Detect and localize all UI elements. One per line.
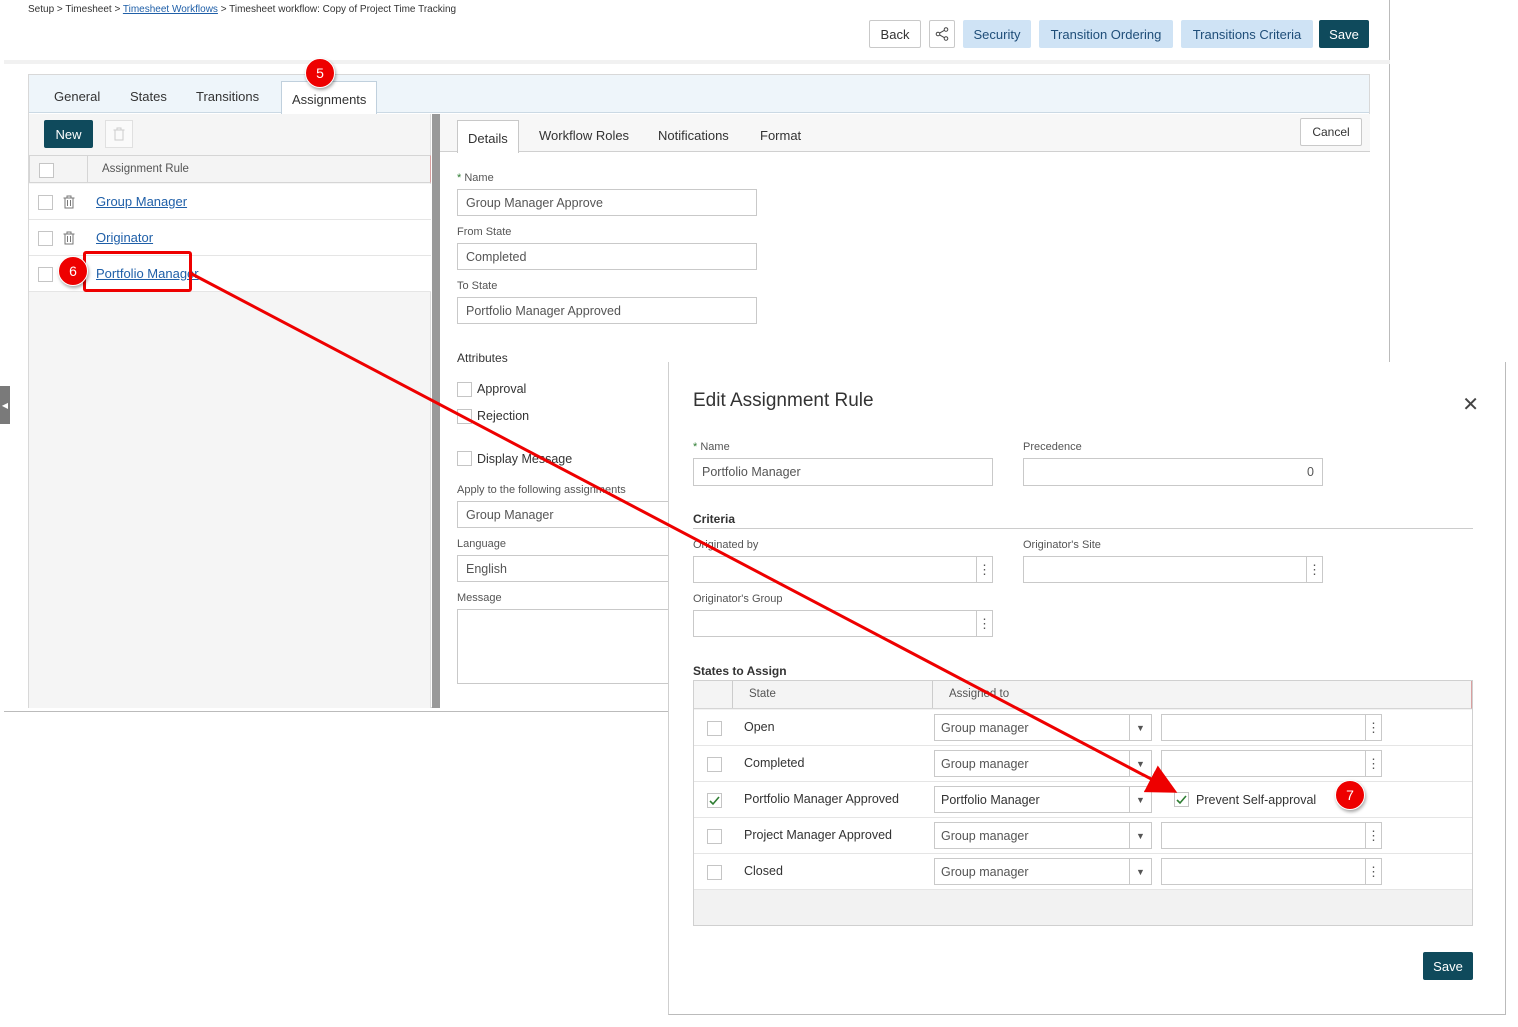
callout-badge-6: 6 — [58, 256, 88, 286]
callout-badge-5: 5 — [305, 58, 335, 88]
callout-badge-7: 7 — [1335, 780, 1365, 810]
annotation-arrow — [189, 271, 1178, 793]
